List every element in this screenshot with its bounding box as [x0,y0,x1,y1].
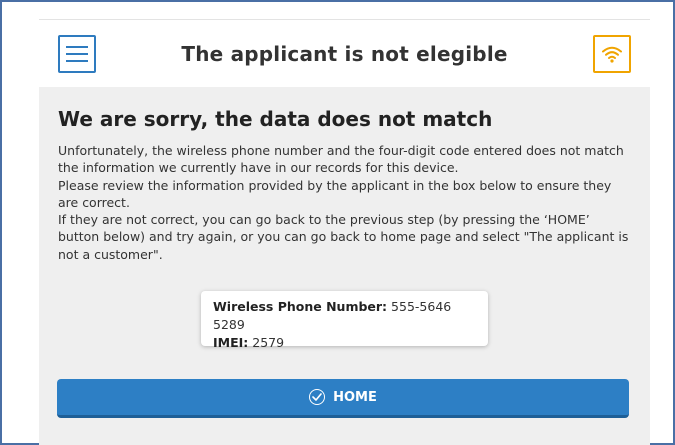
header-bar: The applicant is not elegible [39,21,650,87]
home-button-label: HOME [333,389,377,405]
app-window: The applicant is not elegible We are sor… [0,0,675,445]
page-title: The applicant is not elegible [181,42,508,66]
menu-button[interactable] [58,35,96,73]
imei-label: IMEI: [213,335,249,350]
imei-value: 2579 [252,335,285,350]
wifi-button[interactable] [593,35,631,73]
content-panel: We are sorry, the data does not match Un… [39,87,650,445]
phone-row: Wireless Phone Number: 555-5646 5289 [213,298,476,334]
phone-label: Wireless Phone Number: [213,299,388,314]
message-paragraph: If they are not correct, you can go back… [58,212,629,262]
hamburger-menu-icon [66,46,88,48]
applicant-info-card: Wireless Phone Number: 555-5646 5289 IME… [201,291,488,350]
message-paragraph: Unfortunately, the wireless phone number… [58,143,624,176]
error-heading: We are sorry, the data does not match [58,107,493,131]
home-button[interactable]: HOME [57,379,629,418]
check-circle-icon [309,389,326,405]
imei-row: IMEI: 2579 [213,334,476,352]
wifi-icon [602,46,622,63]
message-paragraph: Please review the information provided b… [58,177,612,210]
error-message: Unfortunately, the wireless phone number… [58,142,633,263]
top-strip [39,4,650,20]
